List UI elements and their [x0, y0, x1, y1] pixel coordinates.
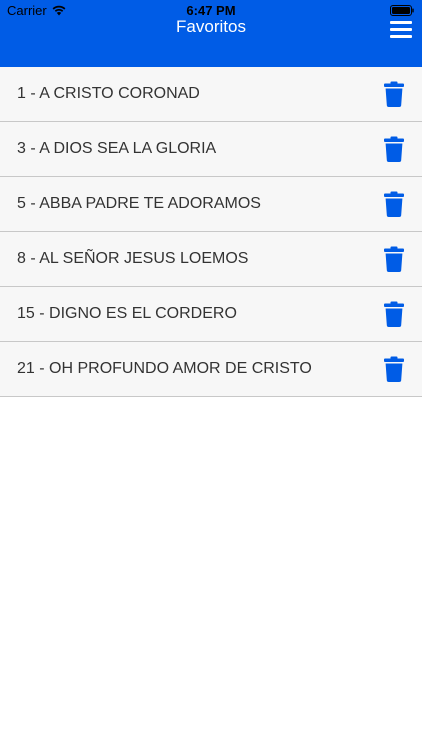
menu-button[interactable] — [390, 20, 412, 38]
delete-button[interactable] — [384, 81, 404, 107]
list-item[interactable]: 1 - A CRISTO CORONAD — [0, 67, 422, 122]
page-title: Favoritos — [176, 17, 246, 36]
trash-icon — [384, 81, 404, 107]
list-item[interactable]: 3 - A DIOS SEA LA GLORIA — [0, 122, 422, 177]
list-item[interactable]: 15 - DIGNO ES EL CORDERO — [0, 287, 422, 342]
delete-button[interactable] — [384, 301, 404, 327]
list-item-label: 5 - ABBA PADRE TE ADORAMOS — [17, 195, 261, 212]
list-item[interactable]: 8 - AL SEÑOR JESUS LOEMOS — [0, 232, 422, 287]
status-time: 6:47 PM — [186, 3, 236, 18]
list-item-label: 21 - OH PROFUNDO AMOR DE CRISTO — [17, 360, 312, 377]
trash-icon — [384, 246, 404, 272]
trash-icon — [384, 136, 404, 162]
delete-button[interactable] — [384, 356, 404, 382]
favorites-screen: Carrier 6:47 PM Favoritos 1 - A CRISTO C… — [0, 0, 422, 750]
header-bar: Carrier 6:47 PM Favoritos — [0, 0, 422, 67]
favorites-list: 1 - A CRISTO CORONAD 3 - A DIOS SEA LA G… — [0, 67, 422, 397]
list-item-label: 3 - A DIOS SEA LA GLORIA — [17, 140, 217, 157]
list-item-label: 8 - AL SEÑOR JESUS LOEMOS — [17, 250, 249, 267]
trash-icon — [384, 191, 404, 217]
delete-button[interactable] — [384, 246, 404, 272]
battery-icon — [390, 5, 414, 16]
trash-icon — [384, 356, 404, 382]
list-item-label: 1 - A CRISTO CORONAD — [17, 85, 200, 102]
delete-button[interactable] — [384, 136, 404, 162]
delete-button[interactable] — [384, 191, 404, 217]
trash-icon — [384, 301, 404, 327]
list-item-label: 15 - DIGNO ES EL CORDERO — [17, 305, 237, 322]
list-item[interactable]: 21 - OH PROFUNDO AMOR DE CRISTO — [0, 342, 422, 397]
list-item[interactable]: 5 - ABBA PADRE TE ADORAMOS — [0, 177, 422, 232]
